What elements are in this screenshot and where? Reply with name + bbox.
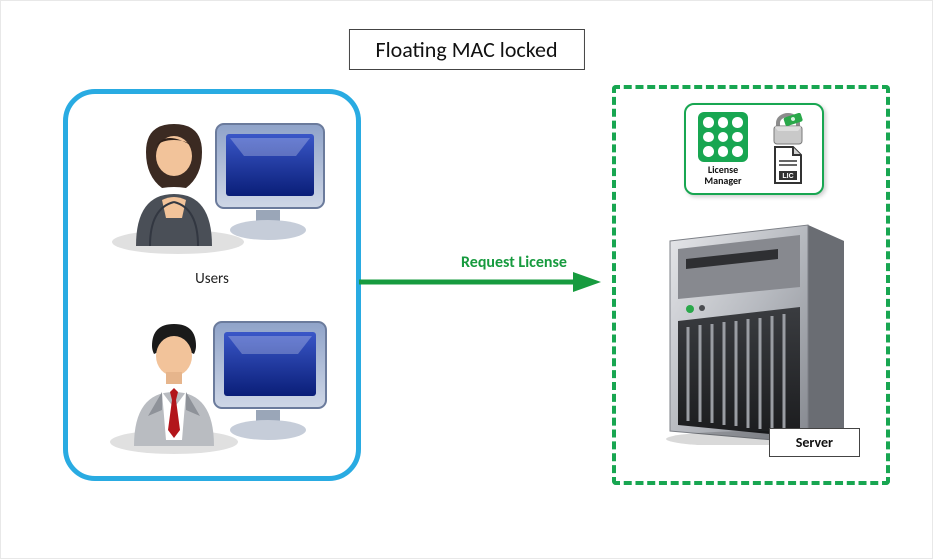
diagram-canvas: Floating MAC locked [0, 0, 933, 559]
server-tower-icon [658, 217, 854, 445]
lock-icon [768, 113, 808, 145]
license-manager-caption: LicenseManager [704, 165, 741, 186]
svg-text:LIC: LIC [782, 173, 793, 180]
request-arrow-icon [357, 269, 601, 295]
users-label: Users [195, 270, 229, 288]
diagram-title: Floating MAC locked [348, 29, 584, 70]
user-female-with-pc-icon [106, 116, 336, 256]
license-manager-badge: LicenseManager [684, 103, 824, 195]
user-male-with-pc-icon [106, 316, 336, 456]
server-label: Server [769, 428, 860, 457]
users-group: Users [63, 89, 361, 481]
keypad-icon [698, 112, 748, 162]
server-group: LicenseManager [612, 85, 890, 485]
lic-file-icon: LIC [769, 145, 807, 185]
